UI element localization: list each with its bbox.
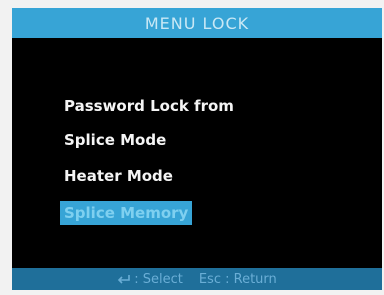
menu-lock-list: Password Lock from Splice Mode Heater Mo… xyxy=(12,8,382,290)
menu-item-splice-mode[interactable]: Splice Mode xyxy=(60,128,170,152)
select-hint-label: : Select xyxy=(134,271,183,287)
return-hint: Esc : Return xyxy=(199,272,277,287)
menu-item-label: Heater Mode xyxy=(64,167,173,185)
menu-item-label: Splice Mode xyxy=(64,131,167,149)
menu-item-heater-mode[interactable]: Heater Mode xyxy=(60,164,177,188)
status-bar: : Select Esc : Return xyxy=(12,268,382,290)
device-frame: MENU LOCK Password Lock from Splice Mode… xyxy=(0,0,384,295)
menu-item-label: Splice Memory xyxy=(64,204,189,222)
menu-item-label: Password Lock from xyxy=(64,97,234,115)
return-hint-label: Esc : Return xyxy=(198,271,277,287)
select-hint: : Select xyxy=(117,272,183,287)
enter-key-icon xyxy=(117,274,131,284)
lcd-screen: MENU LOCK Password Lock from Splice Mode… xyxy=(12,8,382,290)
menu-item-password-lock-from[interactable]: Password Lock from xyxy=(60,94,238,118)
menu-item-splice-memory[interactable]: Splice Memory xyxy=(60,201,193,225)
